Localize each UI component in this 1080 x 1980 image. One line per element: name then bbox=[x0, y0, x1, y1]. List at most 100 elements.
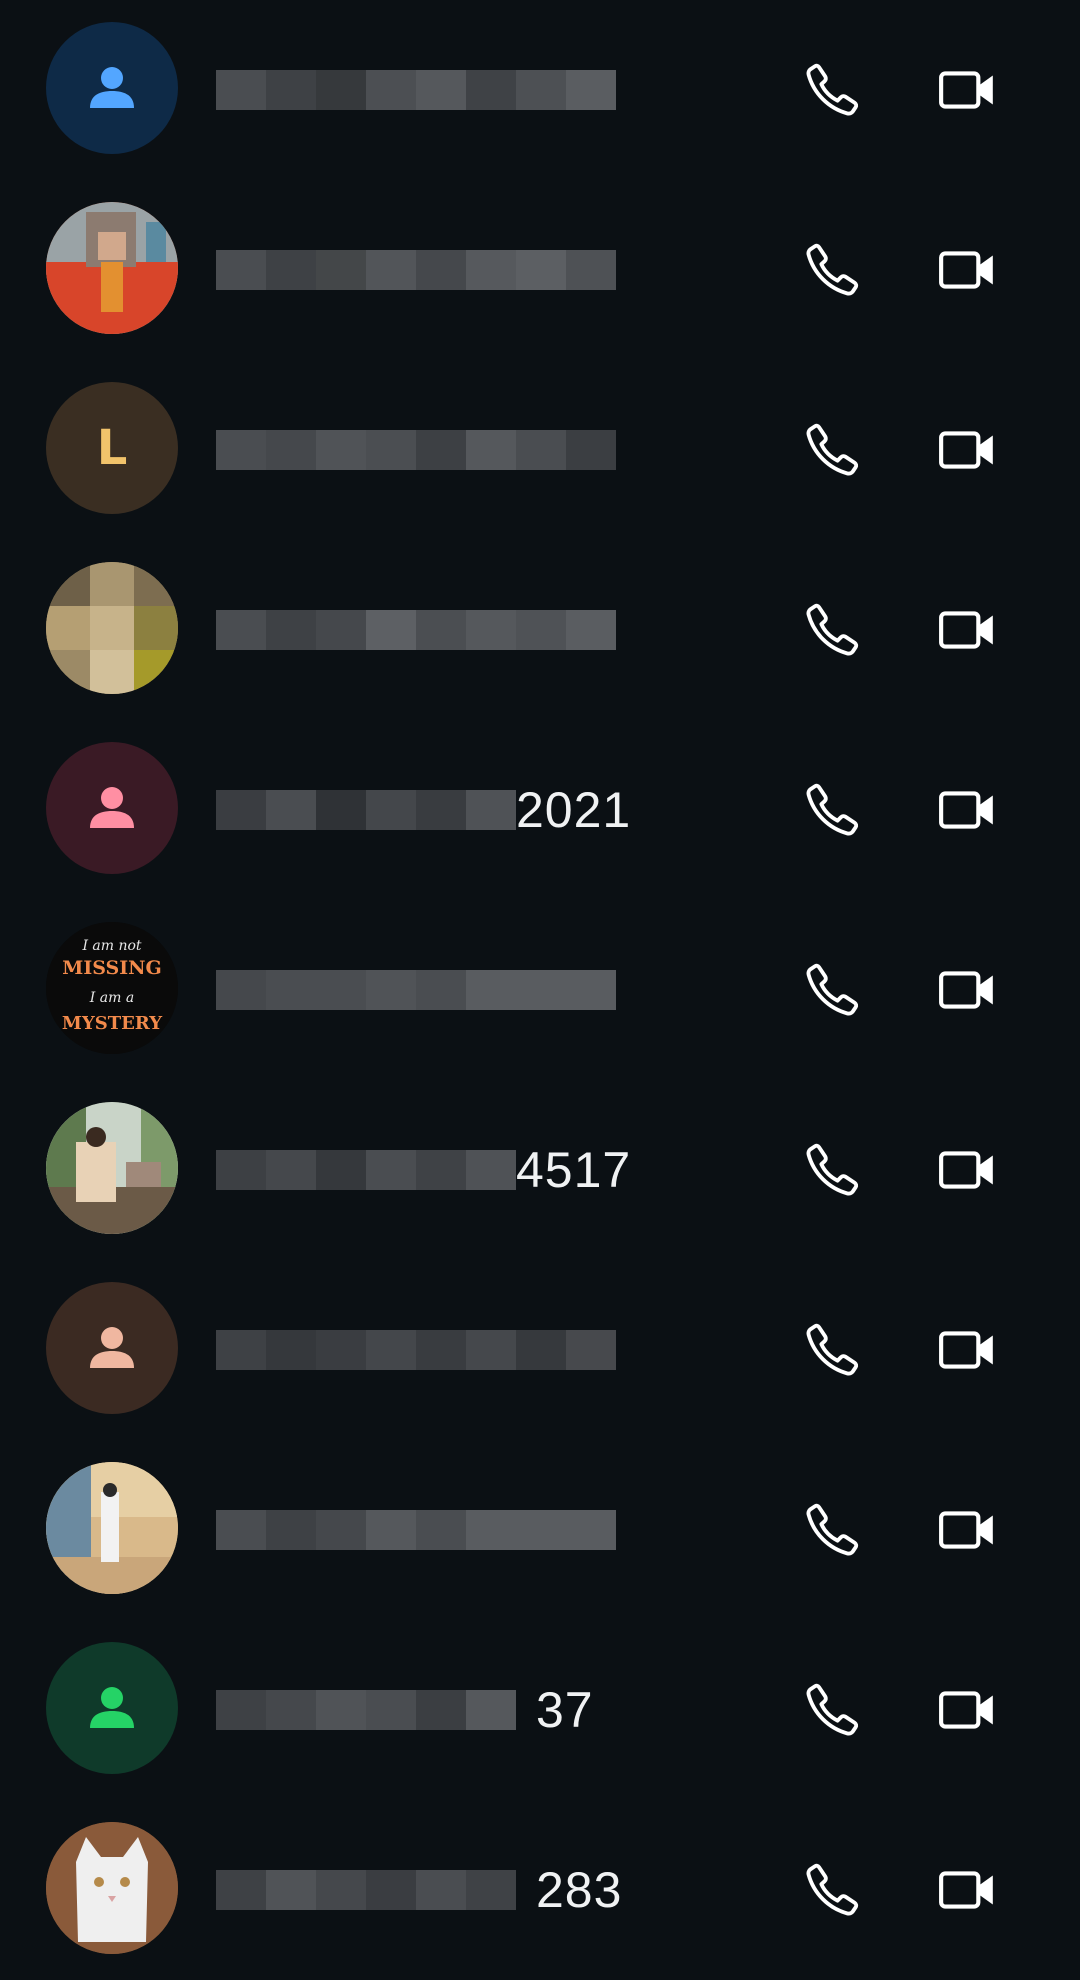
video-camera-icon bbox=[939, 1871, 993, 1909]
voice-call-button[interactable] bbox=[782, 1660, 882, 1760]
contact-name bbox=[216, 590, 616, 670]
photo-person-wall-icon bbox=[46, 1462, 178, 1594]
phone-icon bbox=[806, 63, 859, 116]
voice-call-button[interactable] bbox=[782, 580, 882, 680]
phone-icon bbox=[806, 783, 859, 836]
contact-row[interactable] bbox=[0, 0, 1080, 180]
video-call-button[interactable] bbox=[918, 760, 1018, 860]
avatar[interactable] bbox=[46, 1822, 178, 1954]
avatar[interactable] bbox=[46, 1282, 178, 1414]
redacted-name bbox=[216, 70, 616, 110]
video-call-button[interactable] bbox=[918, 1660, 1018, 1760]
voice-call-button[interactable] bbox=[782, 1840, 882, 1940]
photo-person-outdoor-icon bbox=[46, 1102, 178, 1234]
video-call-button[interactable] bbox=[918, 940, 1018, 1040]
contact-row[interactable] bbox=[0, 180, 1080, 360]
redacted-name bbox=[216, 610, 616, 650]
video-call-button[interactable] bbox=[918, 580, 1018, 680]
default-person-icon bbox=[90, 1327, 134, 1368]
redacted-name bbox=[216, 1150, 516, 1190]
default-person-icon bbox=[90, 787, 134, 828]
avatar[interactable] bbox=[46, 22, 178, 154]
phone-icon bbox=[806, 1863, 859, 1916]
phone-icon bbox=[806, 1323, 859, 1376]
avatar-text-line: I am a bbox=[89, 990, 134, 1006]
phone-icon bbox=[806, 1143, 859, 1196]
avatar[interactable] bbox=[46, 1642, 178, 1774]
avatar[interactable] bbox=[46, 1102, 178, 1234]
contact-name bbox=[216, 230, 616, 310]
contact-row[interactable]: 37 bbox=[0, 1620, 1080, 1800]
video-call-button[interactable] bbox=[918, 400, 1018, 500]
avatar-letter: L bbox=[96, 420, 128, 476]
phone-icon bbox=[806, 1683, 859, 1736]
video-call-button[interactable] bbox=[918, 40, 1018, 140]
contact-row[interactable]: 283 bbox=[0, 1800, 1080, 1980]
phone-icon bbox=[806, 603, 859, 656]
video-camera-icon bbox=[939, 971, 993, 1009]
voice-call-button[interactable] bbox=[782, 940, 882, 1040]
contact-name bbox=[216, 50, 616, 130]
avatar-text-line: MYSTERY bbox=[62, 1013, 163, 1034]
voice-call-button[interactable] bbox=[782, 220, 882, 320]
avatar[interactable] bbox=[46, 562, 178, 694]
video-camera-icon bbox=[939, 1151, 993, 1189]
contact-name: 283 bbox=[216, 1850, 621, 1930]
video-camera-icon bbox=[939, 791, 993, 829]
video-camera-icon bbox=[939, 431, 993, 469]
voice-call-button[interactable] bbox=[782, 1300, 882, 1400]
redacted-name bbox=[216, 1690, 516, 1730]
video-camera-icon bbox=[939, 1331, 993, 1369]
redacted-name bbox=[216, 250, 616, 290]
contact-row[interactable]: 2021 bbox=[0, 720, 1080, 900]
video-camera-icon bbox=[939, 611, 993, 649]
video-call-button[interactable] bbox=[918, 220, 1018, 320]
voice-call-button[interactable] bbox=[782, 760, 882, 860]
contact-name: 37 bbox=[216, 1670, 616, 1750]
contact-row[interactable]: L bbox=[0, 360, 1080, 540]
default-person-icon bbox=[90, 1687, 134, 1728]
contact-name bbox=[216, 950, 616, 1030]
photo-white-cat-icon bbox=[46, 1822, 178, 1954]
contact-row[interactable]: 4517 bbox=[0, 1080, 1080, 1260]
voice-call-button[interactable] bbox=[782, 1480, 882, 1580]
avatar[interactable]: L bbox=[46, 382, 178, 514]
redacted-name bbox=[216, 970, 616, 1010]
phone-icon bbox=[806, 423, 859, 476]
avatar[interactable] bbox=[46, 742, 178, 874]
avatar[interactable] bbox=[46, 202, 178, 334]
avatar-text-line: I am not bbox=[81, 938, 141, 954]
redacted-name bbox=[216, 1870, 516, 1910]
video-call-button[interactable] bbox=[918, 1480, 1018, 1580]
redacted-name bbox=[216, 1330, 616, 1370]
avatar[interactable] bbox=[46, 1462, 178, 1594]
avatar[interactable]: I am not MISSING I am a MYSTERY bbox=[46, 922, 178, 1054]
voice-call-button[interactable] bbox=[782, 40, 882, 140]
phone-icon bbox=[806, 1503, 859, 1556]
contact-name bbox=[216, 1490, 616, 1570]
redacted-name bbox=[216, 790, 516, 830]
contact-name: 4517 bbox=[216, 1130, 630, 1210]
redacted-name bbox=[216, 430, 616, 470]
voice-call-button[interactable] bbox=[782, 400, 882, 500]
video-camera-icon bbox=[939, 71, 993, 109]
redacted-name bbox=[216, 1510, 616, 1550]
default-person-icon bbox=[90, 67, 134, 108]
video-call-button[interactable] bbox=[918, 1840, 1018, 1940]
contact-row[interactable]: I am not MISSING I am a MYSTERY bbox=[0, 900, 1080, 1080]
photo-blurred-icon bbox=[46, 562, 178, 694]
video-camera-icon bbox=[939, 1691, 993, 1729]
voice-call-button[interactable] bbox=[782, 1120, 882, 1220]
contact-row[interactable] bbox=[0, 1440, 1080, 1620]
video-call-button[interactable] bbox=[918, 1300, 1018, 1400]
contact-name bbox=[216, 1310, 616, 1390]
contact-name bbox=[216, 410, 616, 490]
video-camera-icon bbox=[939, 251, 993, 289]
photo-person-icon bbox=[46, 202, 178, 334]
contact-row[interactable] bbox=[0, 540, 1080, 720]
text-image-icon: I am not MISSING I am a MYSTERY bbox=[46, 922, 178, 1054]
phone-icon bbox=[806, 243, 859, 296]
video-camera-icon bbox=[939, 1511, 993, 1549]
video-call-button[interactable] bbox=[918, 1120, 1018, 1220]
contact-row[interactable] bbox=[0, 1260, 1080, 1440]
